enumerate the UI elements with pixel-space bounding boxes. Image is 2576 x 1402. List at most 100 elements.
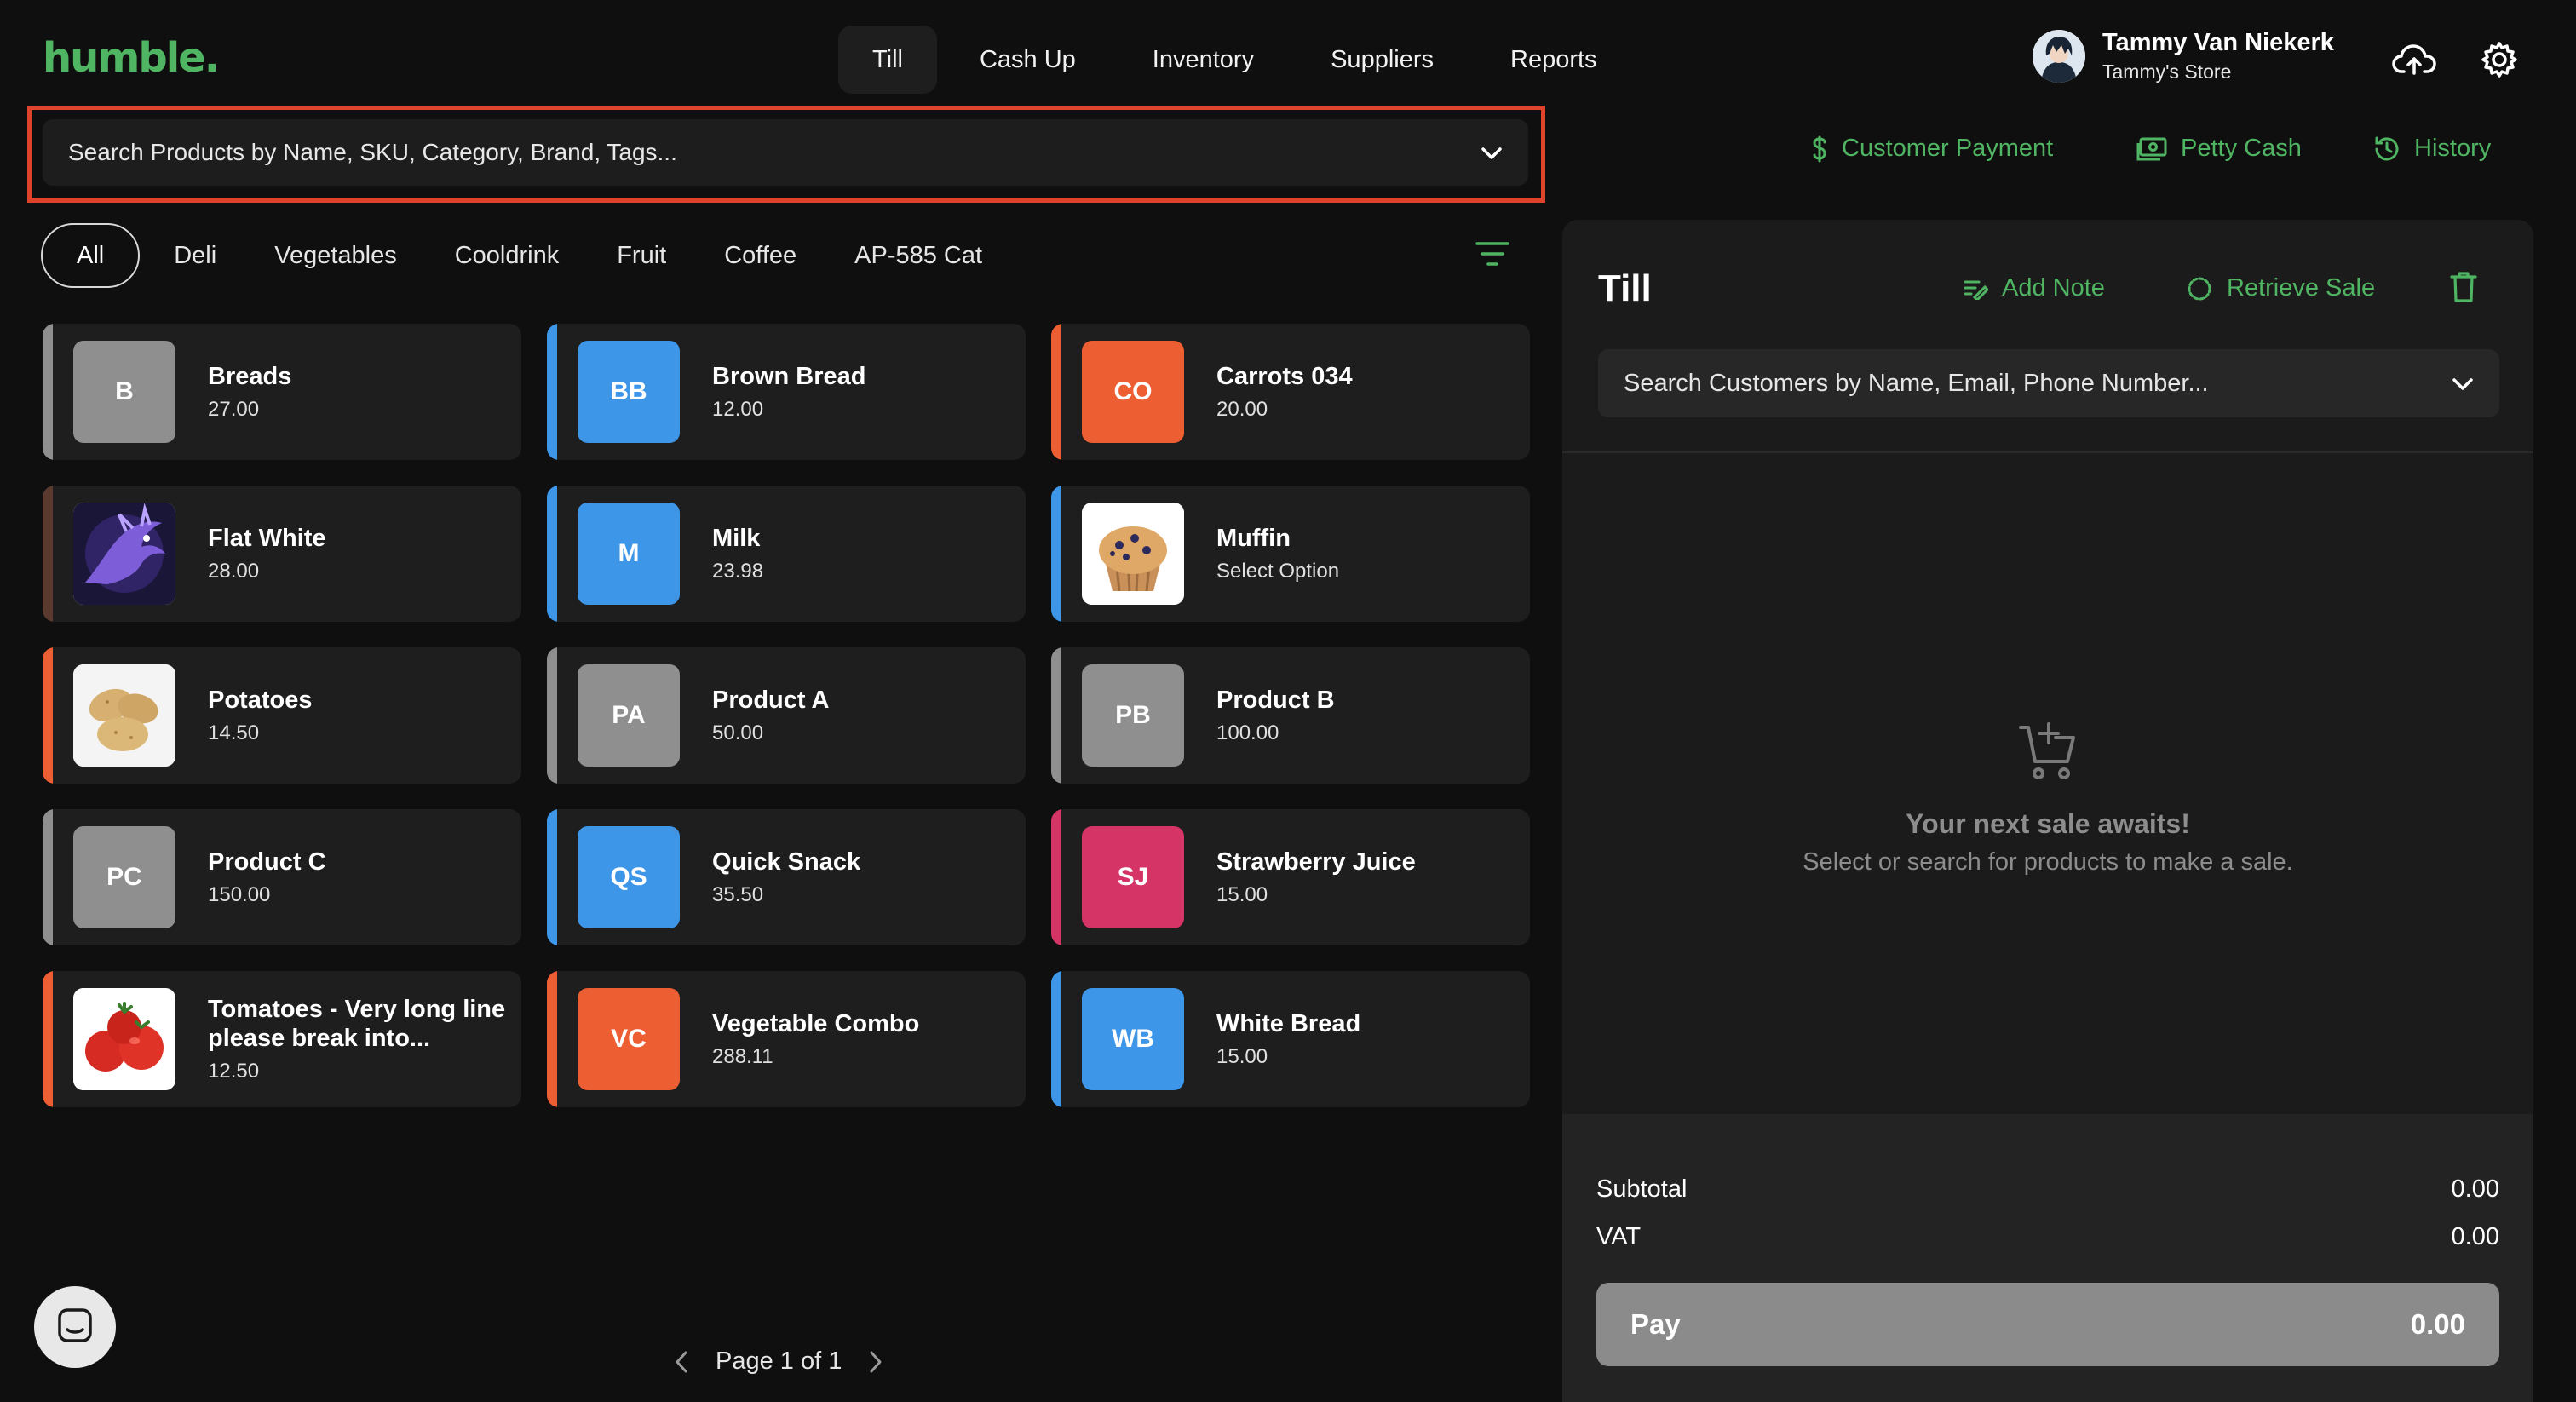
cloud-upload-icon[interactable] <box>2389 34 2440 85</box>
category-deli[interactable]: Deli <box>145 223 245 288</box>
product-card-brown-bread[interactable]: BB Brown Bread 12.00 <box>547 324 1026 460</box>
product-card-quick-snack[interactable]: QS Quick Snack 35.50 <box>547 809 1026 945</box>
product-name: Flat White <box>208 525 326 552</box>
add-note-button[interactable]: Add Note <box>1963 274 2105 302</box>
product-price: 100.00 <box>1216 721 1279 744</box>
tab-cash-up[interactable]: Cash Up <box>946 26 1110 94</box>
category-color-stripe <box>547 809 557 945</box>
product-info: Muffin Select Option <box>1216 524 1339 583</box>
product-card-breads[interactable]: B Breads 27.00 <box>43 324 521 460</box>
subtotal-row: Subtotal 0.00 <box>1596 1175 2499 1204</box>
product-name: White Bread <box>1216 1010 1361 1037</box>
product-initials: VC <box>578 988 680 1090</box>
category-color-stripe <box>547 647 557 784</box>
tab-suppliers[interactable]: Suppliers <box>1297 26 1468 94</box>
history-link[interactable]: History <box>2373 135 2491 163</box>
product-info: Vegetable Combo 288.11 <box>712 1009 919 1069</box>
product-image <box>73 988 175 1090</box>
category-color-stripe <box>547 971 557 1107</box>
customer-search-input[interactable]: Search Customers by Name, Email, Phone N… <box>1598 349 2499 417</box>
product-info: White Bread 15.00 <box>1216 1009 1360 1069</box>
product-search-input[interactable]: Search Products by Name, SKU, Category, … <box>43 119 1528 186</box>
product-card-flat-white[interactable]: Flat White 28.00 <box>43 486 521 622</box>
pay-button[interactable]: Pay 0.00 <box>1596 1283 2499 1366</box>
user-store: Tammy's Store <box>2102 60 2232 83</box>
tab-till[interactable]: Till <box>838 26 937 94</box>
product-initials: QS <box>578 826 680 928</box>
user-menu[interactable]: Tammy Van Niekerk Tammy's Store <box>2033 29 2334 83</box>
category-all[interactable]: All <box>41 223 141 288</box>
product-card-product-b[interactable]: PB Product B 100.00 <box>1051 647 1530 784</box>
product-card-strawberry-juice[interactable]: SJ Strawberry Juice 15.00 <box>1051 809 1530 945</box>
chevron-down-icon[interactable] <box>2452 370 2474 398</box>
product-info: Strawberry Juice 15.00 <box>1216 848 1416 907</box>
category-fruit[interactable]: Fruit <box>588 223 695 288</box>
product-name: Brown Bread <box>712 363 866 390</box>
category-color-stripe <box>43 971 53 1107</box>
product-initials: BB <box>578 341 680 443</box>
product-card-white-bread[interactable]: WB White Bread 15.00 <box>1051 971 1530 1107</box>
product-name: Breads <box>208 363 292 390</box>
product-name: Quick Snack <box>712 848 861 876</box>
product-price: 50.00 <box>712 721 764 744</box>
chevron-down-icon[interactable] <box>1481 139 1503 166</box>
product-name: Muffin <box>1216 525 1291 552</box>
product-price: Select Option <box>1216 560 1340 583</box>
pay-amount: 0.00 <box>2410 1308 2465 1340</box>
chat-widget-button[interactable] <box>34 1286 116 1368</box>
tab-inventory[interactable]: Inventory <box>1118 26 1288 94</box>
product-price: 288.11 <box>712 1045 773 1068</box>
category-color-stripe <box>1051 647 1061 784</box>
petty-cash-link[interactable]: Petty Cash <box>2136 135 2302 163</box>
cart-add-icon <box>2018 722 2078 785</box>
product-card-muffin[interactable]: Muffin Select Option <box>1051 486 1530 622</box>
sort-icon[interactable] <box>1474 238 1511 269</box>
chevron-left-icon[interactable] <box>664 1350 699 1374</box>
product-initials: M <box>578 503 680 605</box>
chevron-right-icon[interactable] <box>859 1350 893 1374</box>
till-panel: Till Add Note Retrieve Sale Search Custo… <box>1562 220 2533 1402</box>
product-initials: PA <box>578 664 680 767</box>
history-label: History <box>2414 135 2492 162</box>
customer-search-placeholder: Search Customers by Name, Email, Phone N… <box>1624 369 2209 397</box>
product-image <box>1082 503 1184 605</box>
retrieve-sale-label: Retrieve Sale <box>2227 274 2376 302</box>
product-card-tomatoes-very-long-line-please-break-into[interactable]: Tomatoes - Very long line please break i… <box>43 971 521 1107</box>
product-price: 15.00 <box>1216 1045 1268 1068</box>
dollar-icon <box>1811 135 1828 163</box>
product-card-product-c[interactable]: PC Product C 150.00 <box>43 809 521 945</box>
category-color-stripe <box>1051 486 1061 622</box>
product-card-product-a[interactable]: PA Product A 50.00 <box>547 647 1026 784</box>
category-color-stripe <box>43 324 53 460</box>
vat-value: 0.00 <box>2451 1223 2499 1250</box>
product-price: 12.50 <box>208 1060 260 1083</box>
product-initials: WB <box>1082 988 1184 1090</box>
product-price: 12.00 <box>712 398 764 421</box>
product-card-milk[interactable]: M Milk 23.98 <box>547 486 1026 622</box>
vat-label: VAT <box>1596 1223 1642 1250</box>
customer-payment-link[interactable]: Customer Payment <box>1811 135 2053 163</box>
product-card-carrots-034[interactable]: CO Carrots 034 20.00 <box>1051 324 1530 460</box>
trash-icon[interactable] <box>2450 271 2477 307</box>
product-name: Product B <box>1216 687 1335 714</box>
product-info: Quick Snack 35.50 <box>712 848 860 907</box>
product-card-potatoes[interactable]: Potatoes 14.50 <box>43 647 521 784</box>
product-info: Carrots 034 20.00 <box>1216 362 1353 422</box>
product-info: Tomatoes - Very long line please break i… <box>208 995 515 1083</box>
product-name: Tomatoes - Very long line please break i… <box>208 996 506 1052</box>
category-color-stripe <box>547 486 557 622</box>
category-vegetables[interactable]: Vegetables <box>245 223 426 288</box>
category-coffee[interactable]: Coffee <box>695 223 825 288</box>
pagination: Page 1 of 1 <box>664 1347 893 1376</box>
tab-reports[interactable]: Reports <box>1476 26 1631 94</box>
category-cooldrink[interactable]: Cooldrink <box>426 223 589 288</box>
product-card-vegetable-combo[interactable]: VC Vegetable Combo 288.11 <box>547 971 1026 1107</box>
till-title: Till <box>1598 267 1652 309</box>
gear-icon[interactable] <box>2474 34 2525 85</box>
product-name: Strawberry Juice <box>1216 848 1416 876</box>
product-initials: SJ <box>1082 826 1184 928</box>
product-price: 27.00 <box>208 398 260 421</box>
note-icon <box>1963 278 1988 300</box>
retrieve-sale-button[interactable]: Retrieve Sale <box>2186 274 2375 302</box>
category-ap-585-cat[interactable]: AP-585 Cat <box>825 223 1011 288</box>
